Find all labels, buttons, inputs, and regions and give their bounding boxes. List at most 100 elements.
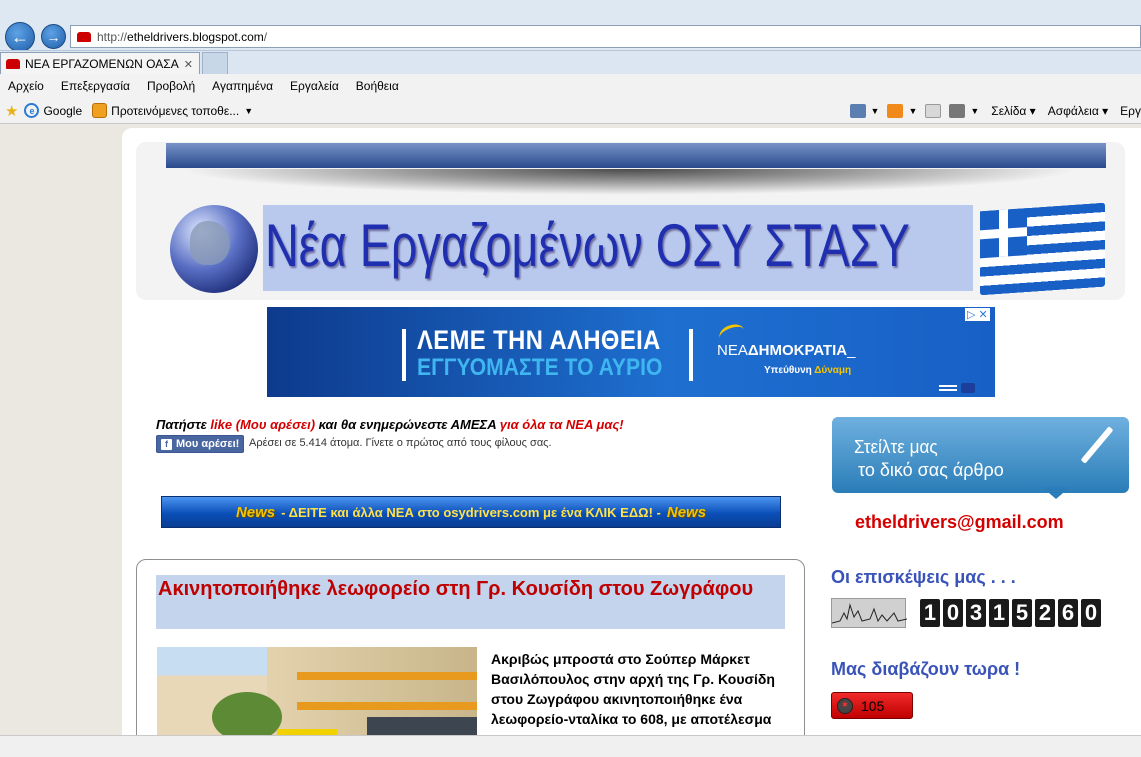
favorites-bar: ★ e Google Προτεινόμενες τοποθε... ▼ ▼ ▼…	[0, 98, 1141, 124]
greek-flag-icon	[980, 202, 1105, 296]
flag-cross	[999, 209, 1008, 258]
globe-land	[190, 221, 230, 265]
counter-digit: 3	[966, 599, 986, 627]
contact-email[interactable]: etheldrivers@gmail.com	[855, 512, 1064, 533]
news-link-banner[interactable]: News - ΔΕΙΤΕ και άλλα ΝΕΑ στο osydrivers…	[161, 496, 781, 528]
image-bus	[367, 717, 477, 735]
back-button[interactable]: ←	[5, 22, 35, 52]
ad-slogan: Υπεύθυνη Δύναμη	[764, 365, 851, 376]
facebook-like-button[interactable]: f Μου αρέσει!	[156, 435, 244, 453]
ad-bracket	[402, 329, 406, 381]
counter-digit: 1	[989, 599, 1009, 627]
header-stripe	[166, 143, 1106, 168]
ad-logo: ΝΕΑΔΗΜΟΚΡΑΤΙΑ_	[717, 342, 856, 359]
ad-slogan-b: Δύναμη	[814, 365, 852, 376]
chevron-down-icon[interactable]: ▼	[970, 106, 979, 116]
browser-top-bar: ← → http://etheldrivers.blogspot.com /	[0, 0, 1141, 52]
tab-close-icon[interactable]: ✕	[184, 58, 193, 71]
post-image[interactable]	[157, 647, 477, 735]
ad-bracket	[689, 329, 693, 381]
home-icon[interactable]	[849, 104, 866, 118]
visit-counter: 1 0 3 1 5 2 6 0	[920, 599, 1104, 627]
ad-logo-prefix: ΝΕΑ	[717, 342, 748, 359]
safety-menu-button[interactable]: Ασφάλεια ▾	[1048, 104, 1108, 118]
tab-favicon-icon	[6, 59, 20, 69]
online-readers-badge[interactable]: ✶ 105	[831, 692, 913, 719]
ad-choices-icon[interactable]: ▷ ✕	[965, 308, 990, 321]
tab-bar: ΝΕΑ ΕΡΓΑΖΟΜΕΝΩΝ ΟΑΣΑ ✕	[0, 50, 1141, 75]
star-icon[interactable]: ★	[5, 102, 18, 120]
post-excerpt: Ακριβώς μπροστά στο Σούπερ Μάρκετ Βασιλό…	[491, 651, 775, 735]
like-button-label: Μου αρέσει!	[176, 438, 240, 450]
readers-title: Μας διαβάζουν τωρα !	[831, 659, 1021, 679]
url-suffix: /	[263, 29, 268, 44]
menu-favorites[interactable]: Αγαπημένα	[212, 79, 273, 93]
counter-digit: 6	[1058, 599, 1078, 627]
tools-menu-button[interactable]: Εργ	[1120, 104, 1141, 118]
menu-bar: Αρχείο Επεξεργασία Προβολή Αγαπημένα Εργ…	[0, 74, 1141, 98]
tab-active[interactable]: ΝΕΑ ΕΡΓΑΖΟΜΕΝΩΝ ΟΑΣΑ ✕	[0, 52, 200, 75]
favorite-suggested-sites[interactable]: Προτεινόμενες τοποθε...	[111, 104, 239, 118]
print-icon[interactable]	[949, 104, 966, 118]
send-article-button[interactable]: Στείλτε μας το δικό σας άρθρο	[832, 417, 1129, 499]
command-bar: ▼ ▼ ▼ Σελίδα ▾ Ασφάλεια ▾ Εργ	[842, 98, 1141, 124]
forward-button[interactable]: →	[41, 24, 66, 49]
sparkline-svg	[832, 603, 907, 624]
ad-eu-flag-icon	[961, 383, 975, 393]
ad-slogan-a: Υπεύθυνη	[764, 365, 812, 376]
news-word-left: News	[235, 503, 276, 521]
counter-digit: 0	[1081, 599, 1101, 627]
like-count-text: Αρέσει σε 5.414 άτομα. Γίνετε ο πρώτος α…	[249, 437, 552, 449]
visits-title: Οι επισκέψεις μας . . .	[831, 567, 1016, 587]
new-tab-button[interactable]	[202, 52, 228, 74]
speech-bubble-tail	[1042, 487, 1070, 499]
site-favicon-icon	[77, 31, 91, 42]
mail-icon[interactable]	[925, 104, 942, 118]
menu-help[interactable]: Βοήθεια	[356, 79, 399, 93]
menu-file[interactable]: Αρχείο	[8, 79, 44, 93]
page-viewport: Νέα Εργαζομένων ΟΣΥ ΣΤΑΣΥ ΛΕΜΕ ΤΗΝ ΑΛΗΘΕ…	[0, 125, 1141, 735]
image-tree	[212, 692, 282, 735]
ad-headline: ΛΕΜΕ ΤΗΝ ΑΛΗΘΕΙΑ	[417, 325, 661, 355]
ie-icon: e	[24, 103, 40, 118]
address-bar[interactable]: http://etheldrivers.blogspot.com /	[70, 25, 1141, 48]
sparkline-line	[832, 603, 907, 624]
readers-count: 105	[861, 697, 885, 714]
back-arrow-icon: ←	[11, 26, 29, 47]
suggested-sites-icon	[92, 103, 108, 118]
ad-banner[interactable]: ΛΕΜΕ ΤΗΝ ΑΛΗΘΕΙΑ ΕΓΓΥΟΜΑΣΤΕ ΤΟ ΑΥΡΙΟ ΝΕΑ…	[267, 307, 995, 397]
image-awning	[297, 672, 477, 680]
facebook-icon: f	[161, 438, 172, 450]
visits-sparkline	[831, 598, 907, 628]
url-prefix: http://	[97, 29, 128, 44]
page-menu-button[interactable]: Σελίδα ▾	[991, 104, 1035, 118]
tab-title: ΝΕΑ ΕΡΓΑΖΟΜΕΝΩΝ ΟΑΣΑ	[25, 57, 179, 71]
send-article-line1: Στείλτε μας	[854, 437, 938, 457]
post-title[interactable]: Ακινητοποιήθηκε λεωφορείο στη Γρ. Κουσίδ…	[158, 577, 778, 601]
send-article-line2: το δικό σας άρθρο	[858, 460, 1004, 480]
favorite-google[interactable]: Google	[43, 104, 82, 118]
site-title[interactable]: Νέα Εργαζομένων ΟΣΥ ΣΤΑΣΥ	[265, 201, 910, 291]
chevron-down-icon[interactable]: ▼	[871, 106, 880, 116]
menu-edit[interactable]: Επεξεργασία	[61, 79, 130, 93]
pen-icon	[1080, 426, 1114, 464]
counter-digit: 5	[1012, 599, 1032, 627]
ad-logo-main: ΔΗΜΟΚΡΑΤΙΑ	[747, 342, 848, 359]
readers-icon: ✶	[837, 697, 853, 714]
status-bar	[0, 735, 1141, 757]
news-banner-text: - ΔΕΙΤΕ και άλλα ΝΕΑ στο osydrivers.com …	[281, 504, 661, 520]
rss-icon[interactable]	[887, 104, 904, 118]
chevron-down-icon[interactable]: ▼	[244, 106, 253, 116]
like-prompt-a: Πατήστε	[156, 417, 211, 432]
chevron-down-icon[interactable]: ▼	[908, 106, 917, 116]
url-host: etheldrivers.blogspot.com	[127, 29, 264, 44]
menu-view[interactable]: Προβολή	[147, 79, 195, 93]
forward-arrow-icon: →	[46, 28, 61, 45]
counter-digit: 0	[943, 599, 963, 627]
counter-digit: 2	[1035, 599, 1055, 627]
ad-greek-flag-icon	[939, 383, 957, 393]
ad-subheadline: ΕΓΓΥΟΜΑΣΤΕ ΤΟ ΑΥΡΙΟ	[417, 354, 663, 381]
like-prompt: Πατήστε like (Μου αρέσει) και θα ενημερώ…	[156, 417, 624, 432]
like-prompt-b: like (Μου αρέσει)	[210, 417, 316, 432]
menu-tools[interactable]: Εργαλεία	[290, 79, 339, 93]
